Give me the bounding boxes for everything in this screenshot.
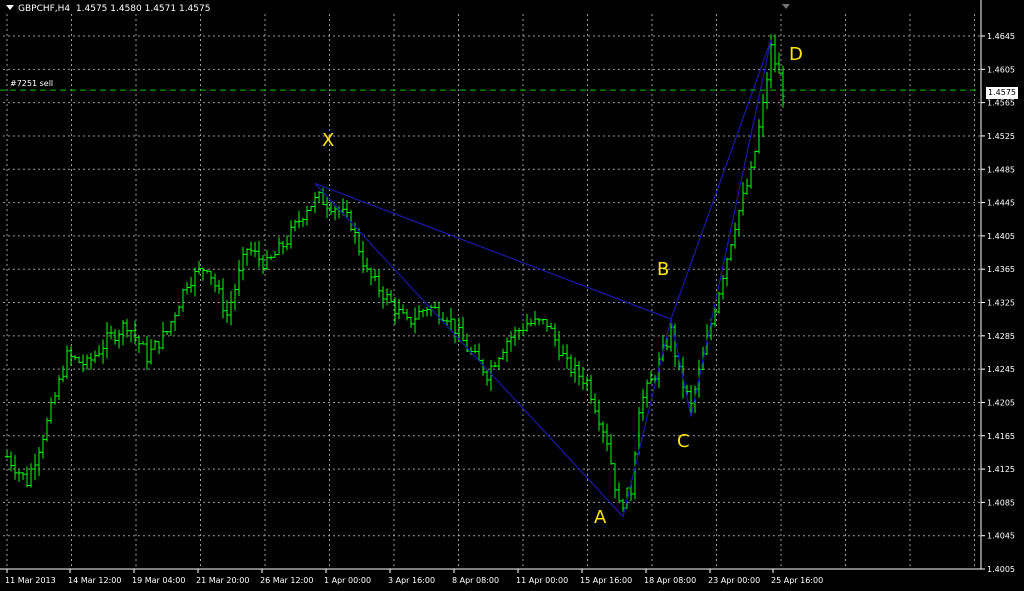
price-tick-label: 1.4285	[987, 332, 1015, 341]
price-tick-label: 1.4485	[987, 165, 1015, 174]
price-tick-label: 1.4005	[987, 565, 1015, 574]
price-tick-label: 1.4405	[987, 232, 1015, 241]
price-chart[interactable]: 1.4645 1.4605 1.4565 1.4525 1.4485 1.4445 1.44…	[0, 0, 1024, 591]
order-label: #7251 sell	[10, 79, 54, 88]
time-tick-label: 18 Apr 08:00	[644, 576, 696, 585]
price-tick-label: 1.4645	[987, 32, 1015, 41]
time-tick-label: 11 Mar 2013	[5, 576, 56, 585]
price-tick-label: 1.4525	[987, 132, 1015, 141]
time-tick-label: 3 Apr 16:00	[388, 576, 435, 585]
ohlc-values: 1.4575 1.4580 1.4571 1.4575	[75, 4, 211, 14]
time-tick-label: 26 Mar 12:00	[260, 576, 313, 585]
price-tick-label: 1.4125	[987, 465, 1015, 474]
chart-header: GBPCHF,H4 1.4575 1.4580 1.4571 1.4575	[6, 4, 210, 14]
time-tick-label: 19 Mar 04:00	[132, 576, 185, 585]
point-c-label: C	[677, 431, 690, 452]
point-x-label: X	[322, 130, 335, 151]
price-tick-label: 1.4325	[987, 299, 1015, 308]
price-tick-label: 1.4045	[987, 532, 1015, 541]
time-tick-label: 25 Apr 16:00	[771, 576, 823, 585]
time-tick-label: 21 Mar 20:00	[196, 576, 249, 585]
time-tick-label: 1 Apr 00:00	[324, 576, 371, 585]
symbol-label: GBPCHF,H4	[18, 4, 71, 14]
price-tick-label: 1.4445	[987, 199, 1015, 208]
price-tick-label: 1.4365	[987, 265, 1015, 274]
current-price-label: 1.4575	[986, 87, 1018, 99]
price-tick-label: 1.4605	[987, 65, 1015, 74]
time-tick-label: 15 Apr 16:00	[580, 576, 632, 585]
time-tick-label: 14 Mar 12:00	[68, 576, 121, 585]
time-tick-label: 8 Apr 08:00	[452, 576, 499, 585]
shift-marker-icon[interactable]	[782, 4, 790, 9]
price-tick-label: 1.4165	[987, 432, 1015, 441]
dropdown-arrow-icon[interactable]	[6, 5, 14, 10]
point-d-label: D	[789, 44, 803, 65]
point-b-label: B	[657, 259, 670, 280]
point-a-label: A	[594, 507, 607, 528]
time-tick-label: 11 Apr 00:00	[516, 576, 568, 585]
price-tick-label: 1.4565	[987, 99, 1015, 108]
price-tick-label: 1.4245	[987, 365, 1015, 374]
time-tick-label: 23 Apr 00:00	[708, 576, 760, 585]
price-tick-label: 1.4205	[987, 398, 1015, 407]
price-tick-label: 1.4085	[987, 498, 1015, 507]
